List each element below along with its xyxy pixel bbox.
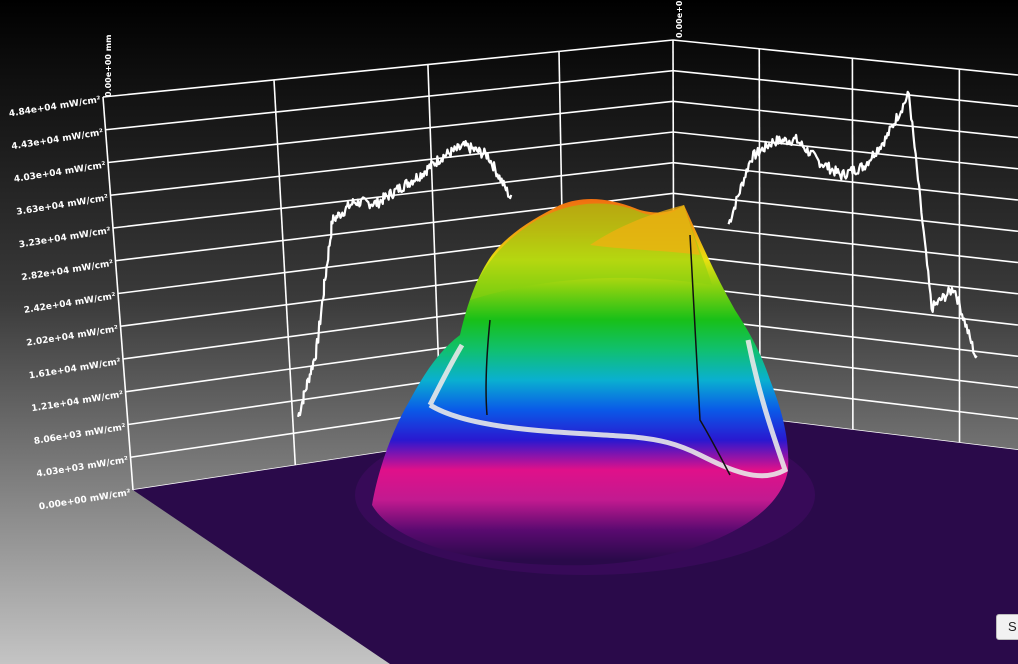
y-axis-label: 0.00e+0 [675,0,684,38]
corner-button[interactable]: S [996,614,1018,640]
x-axis-label: 0.00e+00 mm [104,35,113,97]
beam-profile-viewport[interactable]: 0.00e+00 mW/cm² 4.03e+03 mW/cm² 8.06e+03 m… [0,0,1018,664]
surface-3d-plot[interactable]: 0.00e+00 mW/cm²4.03e+03 mW/cm²8.06e+03 m… [0,0,1018,664]
